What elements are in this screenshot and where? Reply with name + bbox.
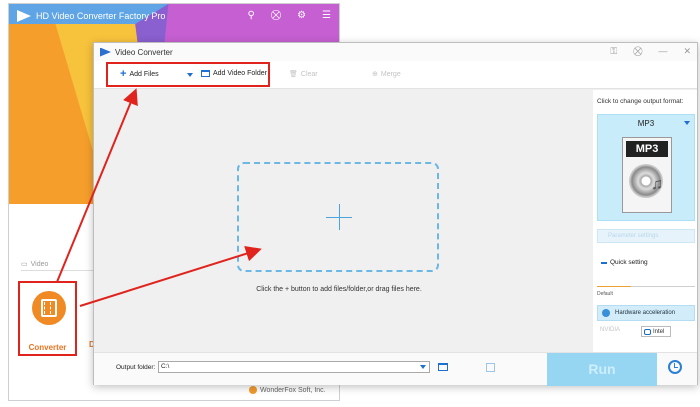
window-title: Video Converter [115,47,173,57]
open-folder-icon[interactable] [486,363,495,372]
output-folder-value: C:\ [161,363,170,370]
quick-setting-label: Quick setting [610,259,648,266]
change-format-label: Click to change output format: [597,98,684,105]
video-tab-label: Video [30,260,49,268]
bottom-bar: Output folder: C:\ Run [94,352,697,386]
output-folder-dropdown-icon[interactable] [420,365,426,369]
cart-icon[interactable]: ⛒ [271,10,281,21]
browse-folder-icon[interactable] [438,363,448,371]
quick-setting-icon [601,261,607,264]
quick-setting: Quick setting [601,259,648,266]
clear-button[interactable]: 🗑 Clear [289,70,318,79]
launcher-footer: WonderFox Soft, Inc. [249,386,326,394]
minimize-icon[interactable]: — [658,46,667,57]
film-icon [41,299,57,317]
trash-icon: 🗑 [289,71,298,78]
app-logo-icon [17,10,31,22]
key-icon[interactable]: ⚲ [248,10,255,21]
drop-hint-text: Click the + button to add files/folder,o… [256,286,422,293]
menu-icon[interactable]: ☰ [322,10,331,21]
output-format-panel: Click to change output format: MP3 MP3 ♫… [593,90,697,352]
output-folder-input[interactable]: C:\ [158,361,430,373]
launcher-title: HD Video Converter Factory Pro [17,10,165,22]
drop-zone[interactable] [237,162,439,272]
mp3-format-icon: MP3 ♫ [622,137,672,213]
key-icon[interactable]: ⚿ [610,46,617,57]
intel-label: Intel [653,328,665,335]
format-name: MP3 [637,119,655,128]
intel-option[interactable]: Intel [641,326,671,337]
merge-label: Merge [380,70,401,78]
launcher-title-text: HD Video Converter Factory Pro [36,11,166,21]
file-list-area[interactable]: Click the + button to add files/folder,o… [94,90,584,352]
video-tab-icon: ▭ [21,261,28,268]
wonderfox-logo-icon [249,386,257,394]
video-tab[interactable]: ▭ Video [21,260,49,269]
slider-default-label: Default [597,291,613,297]
merge-icon: ⊕ [372,71,378,78]
close-icon[interactable]: ✕ [683,46,691,57]
add-files-highlight [106,62,270,87]
intel-icon [644,328,651,335]
run-button[interactable]: Run [547,353,657,386]
launcher-toolbar: ⚲ ⛒ ⚙ ☰ [248,10,331,21]
video-converter-window: Video Converter ⚿ ⛒ — ✕ + Add Files Add … [93,42,698,386]
app-logo-icon [100,47,111,57]
nvidia-option[interactable]: NVIDIA [600,327,620,333]
format-dropdown-icon [684,121,690,125]
hardware-acceleration-button[interactable]: Hardware acceleration [597,305,695,321]
converter-circle [32,291,66,325]
music-note-icon: ♫ [651,176,663,193]
hardware-acceleration-icon [602,309,610,317]
output-folder-label: Output folder: [116,364,156,371]
cart-icon[interactable]: ⛒ [633,46,642,57]
output-format-selector[interactable]: MP3 MP3 ♫ [597,114,695,221]
converter-button[interactable]: Converter [18,281,77,356]
window-controls: ⚿ ⛒ — ✕ [610,46,691,57]
settings-icon[interactable]: ⚙ [297,10,306,21]
hardware-acceleration-label: Hardware acceleration [615,310,676,316]
alarm-clock-icon[interactable] [668,360,682,374]
title-bar: Video Converter ⚿ ⛒ — ✕ [94,43,697,61]
divider [21,270,101,271]
converter-label: Converter [28,343,67,352]
parameter-settings-button[interactable]: Parameter settings [597,229,695,243]
merge-button[interactable]: ⊕ Merge [372,70,401,79]
clear-label: Clear [300,70,318,78]
mp3-icon-text: MP3 [626,141,668,157]
add-plus-icon-vertical [339,204,340,230]
footer-text: WonderFox Soft, Inc. [260,386,326,394]
quality-slider[interactable] [597,286,695,287]
